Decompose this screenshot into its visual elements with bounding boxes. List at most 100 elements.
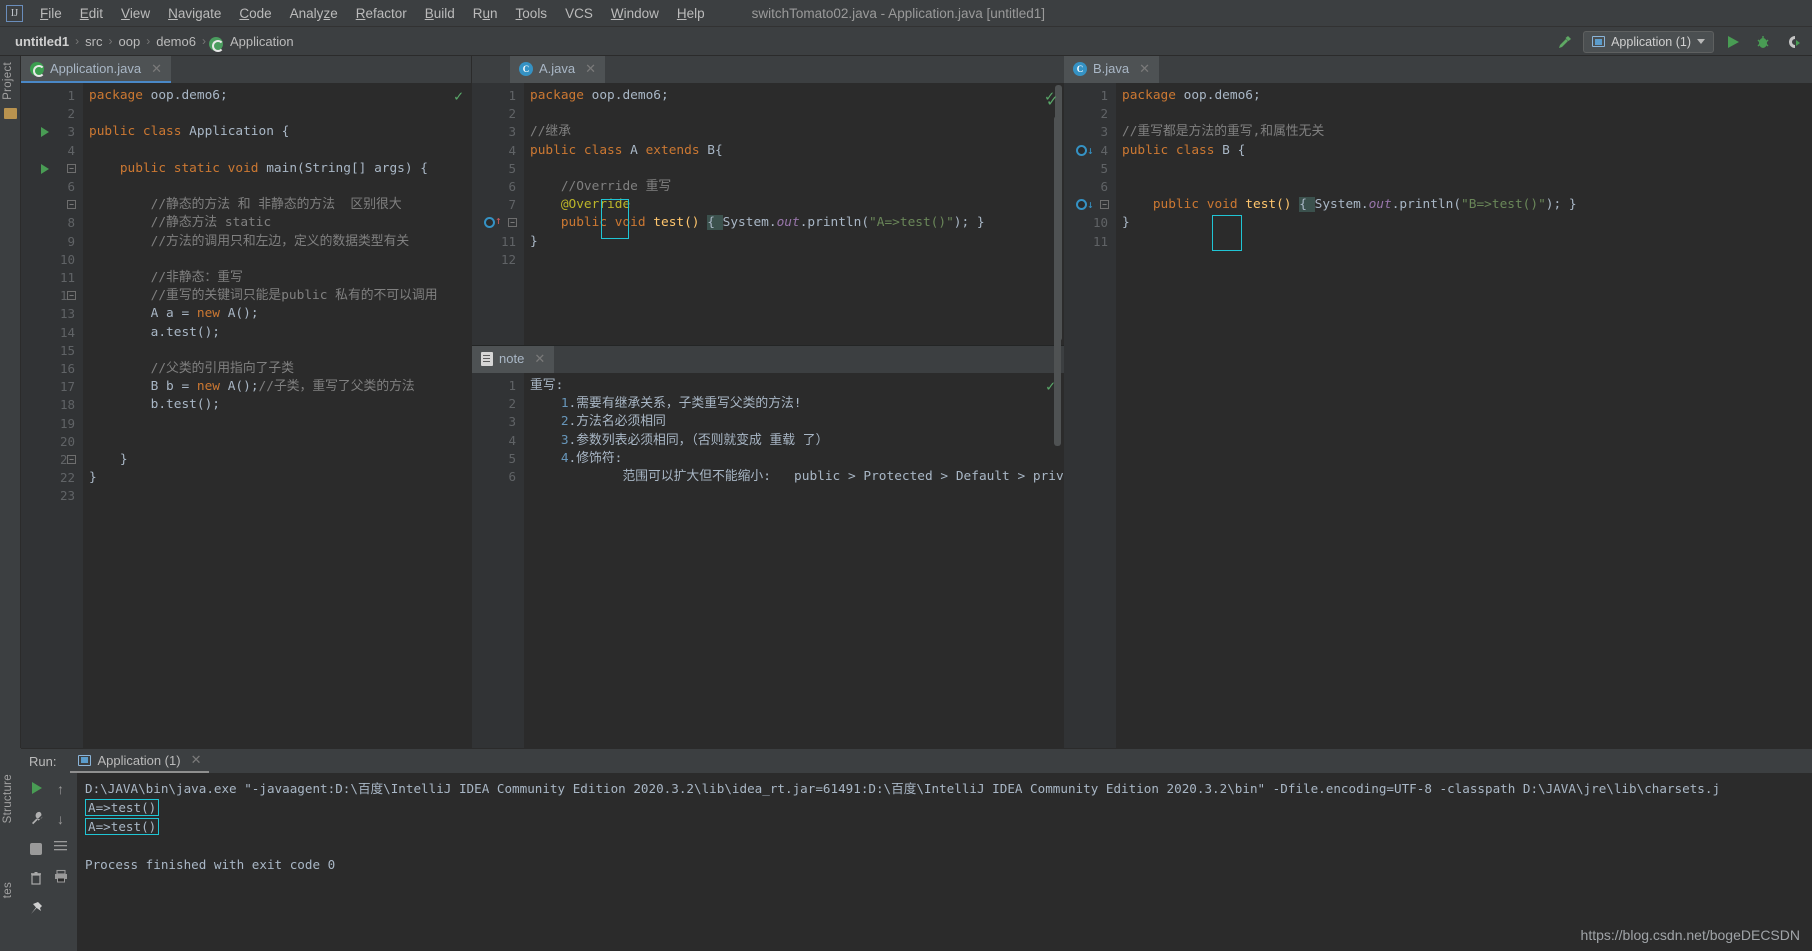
menu-edit[interactable]: Edit	[71, 3, 112, 24]
console-output[interactable]: D:\JAVA\bin\java.exe "-javaagent:D:\百度\I…	[77, 773, 1812, 951]
override-arrow-down-icon: ↓	[1087, 198, 1094, 212]
code-text-b[interactable]: package oop.demo6; //重写都是方法的重写,和属性无关 publ…	[1116, 83, 1812, 748]
trash-icon[interactable]	[29, 871, 43, 890]
menu-navigate[interactable]: Navigate	[159, 3, 230, 24]
code-fold-toggle[interactable]: −	[1100, 200, 1109, 210]
overridden-method-icon[interactable]	[1076, 144, 1087, 156]
close-icon[interactable]: ✕	[151, 61, 162, 77]
line-number: 4	[1100, 142, 1108, 158]
line-number: 22	[59, 470, 75, 486]
tab-a-java[interactable]: C A.java ✕	[510, 56, 606, 83]
breadcrumb-item-src[interactable]: src	[82, 34, 105, 49]
line-number: 14	[59, 324, 75, 340]
code-token: public void	[1122, 197, 1246, 213]
code-token: Application {	[189, 124, 290, 140]
hammer-icon[interactable]	[1553, 31, 1575, 53]
left-tool-rail-bottom: Structure tes	[0, 748, 21, 951]
main-toolbar: Application (1)	[1553, 27, 1804, 56]
overridden-method-icon[interactable]	[1076, 199, 1087, 211]
menu-run[interactable]: Run	[464, 3, 507, 24]
print-icon[interactable]	[54, 869, 68, 888]
close-icon[interactable]: ✕	[534, 351, 545, 367]
line-number: 6	[1100, 179, 1108, 194]
rail-item-favorites[interactable]: tes	[2, 882, 14, 898]
breadcrumb-separator: ›	[146, 34, 151, 48]
code-fold-toggle[interactable]: −	[67, 163, 76, 173]
code-token: new	[196, 379, 228, 395]
close-icon[interactable]: ✕	[191, 752, 202, 768]
breadcrumb-item-oop[interactable]: oop	[116, 34, 144, 49]
gutter-note[interactable]: 1 2 3 4 5 6	[472, 373, 524, 748]
line-number: 8	[67, 215, 75, 231]
pin-icon[interactable]	[29, 901, 43, 920]
code-line: }	[530, 233, 538, 251]
run-with-coverage-button[interactable]	[1782, 31, 1804, 53]
code-fold-toggle[interactable]: −	[67, 200, 76, 210]
code-token: //Override 重写	[530, 179, 672, 194]
tab-note[interactable]: note ✕	[472, 346, 555, 373]
code-editor-application[interactable]: 12345−67−89101112−131415161718192021−222…	[21, 83, 471, 748]
menu-file[interactable]: File	[31, 3, 71, 24]
console-highlight-box: A=>test()	[85, 818, 160, 835]
menu-vcs[interactable]: VCS	[556, 3, 602, 24]
stop-icon[interactable]	[30, 843, 42, 855]
menu-window[interactable]: Window	[602, 3, 668, 24]
breadcrumb-item-demo6[interactable]: demo6	[153, 34, 199, 49]
menu-analyze[interactable]: Analyze	[281, 3, 347, 24]
line-number: 4	[508, 432, 516, 448]
menu-build[interactable]: Build	[416, 3, 464, 24]
scroll-down-icon[interactable]: ↓	[57, 811, 64, 827]
line-number: 2	[508, 396, 516, 412]
rerun-icon[interactable]	[30, 781, 44, 800]
run-configuration-selector[interactable]: Application (1)	[1583, 30, 1714, 53]
code-token: 范围可以扩大但不能缩小: public > Protected > Defaul…	[530, 469, 1065, 484]
code-fold-toggle[interactable]: −	[508, 218, 517, 228]
scroll-up-icon[interactable]: ↑	[57, 781, 64, 797]
breadcrumb-item-application[interactable]: Application	[227, 34, 297, 49]
run-tab-label: Application (1)	[97, 752, 181, 768]
menu-refactor[interactable]: Refactor	[347, 3, 416, 24]
tab-label: B.java	[1093, 61, 1130, 76]
code-fold-toggle[interactable]: −	[67, 291, 76, 301]
note-text[interactable]: 重写: 1.需要有继承关系，子类重写父类的方法! 2.方法名必须相同 3.参数列…	[524, 373, 1065, 748]
run-gutter-icon[interactable]	[41, 163, 49, 174]
menu-help[interactable]: Help	[668, 3, 714, 24]
close-icon[interactable]: ✕	[585, 61, 596, 77]
menu-code[interactable]: Code	[230, 3, 280, 24]
overriding-method-icon[interactable]	[484, 217, 495, 229]
note-editor[interactable]: 123456 ✓ 重写: 1.需要有继承关系，子类重写父类的方法! 2.方法名必…	[472, 373, 1065, 748]
code-fold-toggle[interactable]: −	[67, 455, 76, 464]
run-gutter-icon[interactable]	[41, 127, 49, 138]
menu-bar: IJ File Edit View Navigate Code Analyze …	[0, 0, 1812, 27]
settings-wrench-icon[interactable]	[30, 811, 44, 830]
gutter-left[interactable]: 12345−67−89101112−131415161718192021−222…	[21, 83, 83, 748]
line-number: 9	[67, 233, 75, 249]
code-token: a.test();	[89, 324, 220, 340]
gutter-right[interactable]: 1234↓567↓−1011	[1064, 83, 1116, 748]
note-panel: note ✕ 123456 ✓ 重写: 1.需要有继承关系，子类重写父类的方法!…	[472, 345, 1065, 748]
code-token: ); }	[953, 215, 985, 231]
tab-application-java[interactable]: Application.java ✕	[21, 56, 171, 83]
menu-tools[interactable]: Tools	[507, 3, 557, 24]
rail-item-project[interactable]: Project	[2, 62, 14, 100]
vertical-scrollbar-b[interactable]	[1054, 116, 1061, 446]
breadcrumb-item-project[interactable]: untitled1	[12, 34, 72, 49]
java-class-icon: C	[519, 61, 533, 76]
run-tab-application[interactable]: Application (1) ✕	[70, 749, 210, 773]
menu-view[interactable]: View	[112, 3, 159, 24]
rail-item-structure[interactable]: Structure	[2, 774, 14, 823]
code-line: 重写:	[530, 377, 563, 395]
code-editor-b[interactable]: 1234↓567↓−1011 package oop.demo6; //重写都是…	[1064, 83, 1812, 748]
code-text-application[interactable]: package oop.demo6; public class Applicat…	[83, 83, 471, 748]
soft-wrap-icon[interactable]	[54, 839, 68, 857]
line-number: 17	[59, 379, 75, 395]
debug-button[interactable]	[1752, 31, 1774, 53]
run-button[interactable]	[1722, 31, 1744, 53]
code-token: .修饰符:	[568, 450, 623, 466]
close-icon[interactable]: ✕	[1139, 61, 1150, 77]
run-configuration-icon	[1592, 36, 1606, 47]
tab-b-java[interactable]: C B.java ✕	[1064, 56, 1160, 83]
